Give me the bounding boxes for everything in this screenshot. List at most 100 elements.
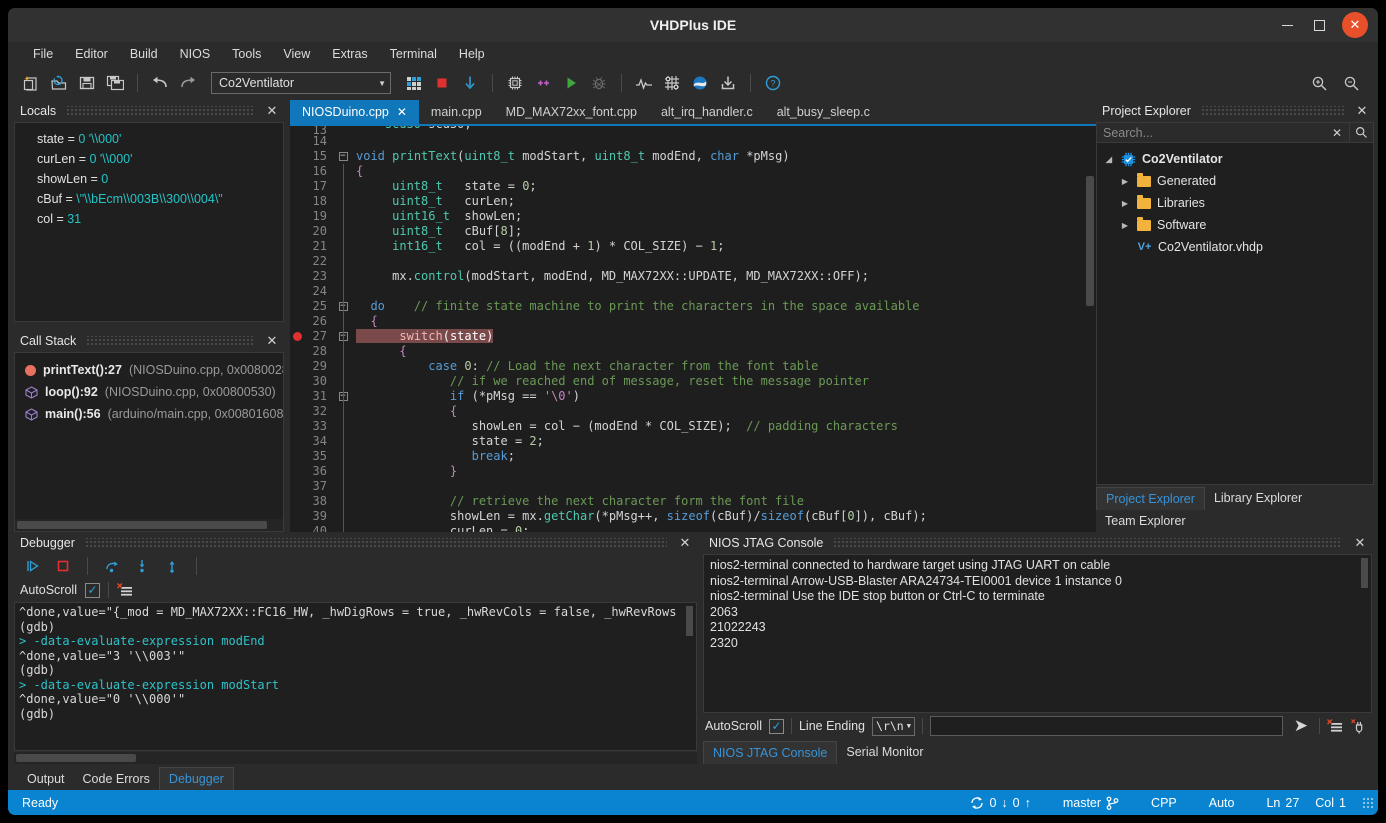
scrollbar-thumb[interactable] — [17, 521, 267, 529]
close-icon[interactable]: ✕ — [264, 103, 280, 119]
search-icon[interactable] — [1349, 123, 1373, 142]
fold-minus-icon[interactable]: − — [338, 152, 348, 161]
chevron-right-icon[interactable]: ▶ — [1119, 221, 1131, 230]
close-icon[interactable]: ✕ — [677, 535, 693, 551]
compile-grid-icon[interactable] — [401, 70, 427, 96]
fold-gutter[interactable] — [332, 464, 354, 479]
tree-node-libraries[interactable]: ▶ Libraries — [1097, 192, 1373, 214]
fold-gutter[interactable] — [332, 509, 354, 524]
menu-view[interactable]: View — [272, 44, 321, 64]
fold-gutter[interactable] — [332, 194, 354, 209]
zoom-out-icon[interactable] — [1338, 70, 1364, 96]
fold-gutter[interactable]: − — [332, 149, 354, 164]
drag-handle[interactable] — [66, 106, 254, 116]
debugger-hscrollbar[interactable] — [14, 752, 697, 764]
autoscroll-checkbox[interactable]: ✓ — [768, 718, 784, 734]
tab-project-explorer[interactable]: Project Explorer — [1096, 487, 1205, 510]
git-branch[interactable]: master — [1047, 796, 1135, 810]
fold-gutter[interactable] — [332, 359, 354, 374]
search-input[interactable] — [1097, 123, 1325, 142]
chip-icon[interactable] — [502, 70, 528, 96]
close-icon[interactable]: ✕ — [397, 105, 407, 119]
continue-icon[interactable] — [20, 553, 46, 579]
jtag-vscrollbar[interactable] — [1359, 556, 1370, 711]
drag-handle[interactable] — [86, 336, 254, 346]
menu-terminal[interactable]: Terminal — [379, 44, 448, 64]
line-ending-select[interactable]: \r\n ▼ — [872, 716, 915, 736]
callstack-row[interactable]: printText():27 (NIOSDuino.cpp, 0x0080028… — [15, 359, 283, 381]
close-button[interactable]: ✕ — [1342, 12, 1368, 38]
fold-gutter[interactable] — [332, 449, 354, 464]
fold-gutter[interactable]: − — [332, 299, 354, 314]
step-into-icon[interactable] — [129, 553, 155, 579]
download-icon[interactable] — [457, 70, 483, 96]
debugger-vscrollbar[interactable] — [684, 604, 695, 749]
stop-icon[interactable] — [50, 553, 76, 579]
scrollbar-thumb[interactable] — [1361, 558, 1368, 588]
local-row[interactable]: col = 31 — [15, 209, 283, 229]
close-icon[interactable]: ✕ — [1352, 535, 1368, 551]
save-all-icon[interactable] — [102, 70, 128, 96]
redo-icon[interactable] — [175, 70, 201, 96]
breakpoint-icon[interactable] — [293, 332, 302, 341]
local-row[interactable]: cBuf = \"\\bEcm\\003B\\300\\004\" — [15, 189, 283, 209]
fold-gutter[interactable] — [332, 164, 354, 179]
fold-gutter[interactable] — [332, 524, 354, 532]
fold-gutter[interactable] — [332, 269, 354, 284]
fold-gutter[interactable] — [332, 224, 354, 239]
sync-status[interactable]: 0 ↓ 0 ↑ — [954, 796, 1046, 810]
save-icon[interactable] — [74, 70, 100, 96]
local-row[interactable]: showLen = 0 — [15, 169, 283, 189]
callstack-row[interactable]: main():56 (arduino/main.cpp, 0x00801608) — [15, 403, 283, 425]
fold-gutter[interactable] — [332, 434, 354, 449]
close-icon[interactable]: ✕ — [264, 333, 280, 349]
undo-icon[interactable] — [147, 70, 173, 96]
drag-handle[interactable] — [84, 538, 667, 548]
tree-node-generated[interactable]: ▶ Generated — [1097, 170, 1373, 192]
breakpoint-gutter[interactable] — [290, 149, 306, 164]
tree-node-project[interactable]: ◢ Co2Ventilator — [1097, 148, 1373, 170]
menu-nios[interactable]: NIOS — [169, 44, 222, 64]
code-editor[interactable]: 13 scd30 scd30; 14 15−void printText(uin… — [290, 124, 1096, 532]
breakpoint-gutter[interactable] — [290, 126, 306, 134]
import-icon[interactable] — [715, 70, 741, 96]
netlist-icon[interactable] — [659, 70, 685, 96]
fold-gutter[interactable] — [332, 479, 354, 494]
minimize-button[interactable] — [1272, 12, 1302, 38]
tab-serial-monitor[interactable]: Serial Monitor — [837, 741, 932, 764]
code-text-area[interactable]: 13 scd30 scd30; 14 15−void printText(uin… — [290, 126, 1084, 532]
fold-gutter[interactable] — [332, 284, 354, 299]
maximize-button[interactable] — [1304, 12, 1334, 38]
step-out-icon[interactable] — [159, 553, 185, 579]
callstack-row[interactable]: loop():92 (NIOSDuino.cpp, 0x00800530) — [15, 381, 283, 403]
fold-gutter[interactable] — [332, 209, 354, 224]
scrollbar-thumb[interactable] — [686, 606, 693, 636]
menu-tools[interactable]: Tools — [221, 44, 272, 64]
local-row[interactable]: state = 0 '\\000' — [15, 129, 283, 149]
clear-console-icon[interactable] — [1327, 718, 1344, 734]
chevron-down-icon[interactable]: ◢ — [1103, 155, 1115, 164]
menu-file[interactable]: File — [22, 44, 64, 64]
tab-team-explorer[interactable]: Team Explorer — [1096, 510, 1195, 532]
chevron-right-icon[interactable]: ▶ — [1119, 199, 1131, 208]
jtag-console-output[interactable]: nios2-terminal connected to hardware tar… — [703, 554, 1372, 713]
menu-help[interactable]: Help — [448, 44, 496, 64]
fold-gutter[interactable] — [332, 374, 354, 389]
mode-indicator[interactable]: Auto — [1193, 796, 1251, 810]
clear-icon[interactable]: ✕ — [1325, 123, 1349, 142]
close-icon[interactable]: ✕ — [1354, 103, 1370, 119]
local-row[interactable]: curLen = 0 '\\000' — [15, 149, 283, 169]
drag-handle[interactable] — [833, 538, 1342, 548]
zoom-in-icon[interactable] — [1306, 70, 1332, 96]
new-file-icon[interactable] — [18, 70, 44, 96]
help-icon[interactable]: ? — [760, 70, 786, 96]
send-icon[interactable]: ➤ — [1290, 716, 1312, 736]
signal-tap-icon[interactable] — [631, 70, 657, 96]
editor-tab-md-max72xx-font-cpp[interactable]: MD_MAX72xx_font.cpp — [494, 100, 649, 124]
open-folder-icon[interactable] — [46, 70, 72, 96]
chevron-right-icon[interactable]: ▶ — [1119, 177, 1131, 186]
add-component-icon[interactable] — [530, 70, 556, 96]
fold-gutter[interactable] — [332, 344, 354, 359]
menu-editor[interactable]: Editor — [64, 44, 119, 64]
run-icon[interactable] — [558, 70, 584, 96]
